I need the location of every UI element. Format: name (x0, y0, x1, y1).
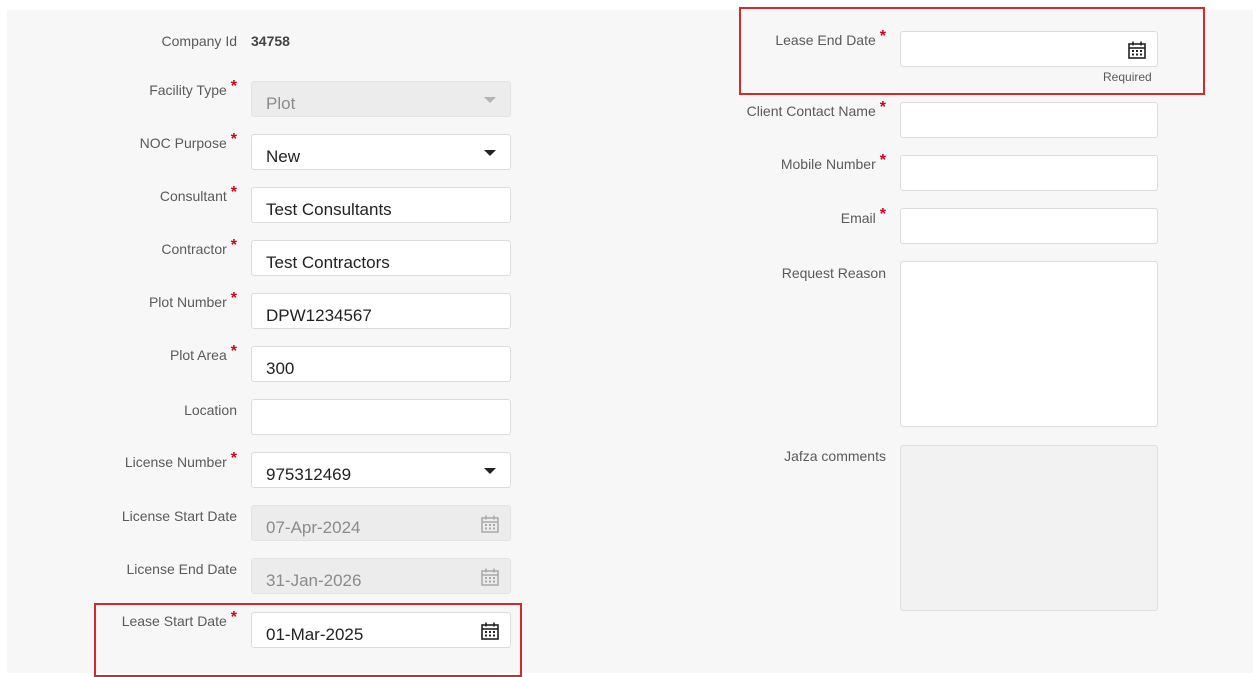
plot-area-label-text: Plot Area (169, 347, 227, 363)
lease-start-date-input[interactable]: 01-Mar-2025 (251, 612, 511, 648)
consultant-label: Consultant * (60, 184, 237, 206)
mobile-number-label-text: Mobile Number (780, 156, 876, 172)
lease-end-date-input[interactable] (900, 31, 1158, 67)
lease-end-date-label-text: Lease End Date (775, 32, 876, 48)
mobile-number-input[interactable] (900, 155, 1158, 191)
required-marker: * (879, 206, 886, 223)
plot-area-label: Plot Area * (60, 343, 237, 365)
noc-purpose-label-text: NOC Purpose (139, 135, 227, 151)
license-end-date-label: License End Date (126, 561, 237, 577)
noc-purpose-select[interactable]: New (251, 134, 511, 170)
required-marker: * (230, 290, 237, 307)
mobile-number-label: Mobile Number * (700, 152, 886, 174)
chevron-down-icon[interactable] (484, 150, 496, 156)
required-marker: * (230, 343, 237, 360)
license-number-label-text: License Number (124, 454, 227, 470)
license-start-date-value: 07-Apr-2024 (266, 518, 361, 537)
plot-number-input[interactable]: DPW1234567 (251, 293, 511, 329)
facility-type-select: Plot (251, 81, 511, 117)
license-number-select[interactable]: 975312469 (251, 452, 511, 488)
license-end-date-input: 31-Jan-2026 (251, 558, 511, 594)
required-marker: * (230, 450, 237, 467)
consultant-input[interactable]: Test Consultants (251, 187, 511, 223)
required-marker: * (879, 152, 886, 169)
noc-purpose-value: New (266, 147, 301, 166)
lease-start-date-value: 01-Mar-2025 (266, 625, 364, 644)
required-marker: * (230, 609, 237, 626)
plot-number-label: Plot Number * (60, 290, 237, 312)
email-input[interactable] (900, 208, 1158, 244)
chevron-down-icon (484, 97, 496, 103)
facility-type-label: Facility Type * (60, 78, 237, 100)
plot-number-label-text: Plot Number (148, 294, 227, 310)
contractor-label-text: Contractor (161, 241, 227, 257)
lease-end-date-required-hint: Required (1103, 70, 1152, 84)
jafza-comments-label: Jafza comments (784, 448, 886, 464)
facility-type-label-text: Facility Type (149, 82, 227, 98)
email-label: Email * (700, 206, 886, 228)
required-marker: * (230, 237, 237, 254)
facility-type-value: Plot (266, 94, 296, 113)
contractor-label: Contractor * (60, 237, 237, 259)
client-contact-name-label-text: Client Contact Name (746, 103, 876, 119)
company-id-value: 34758 (251, 33, 290, 49)
license-number-value: 975312469 (266, 465, 352, 484)
calendar-icon[interactable] (1127, 40, 1147, 60)
required-marker: * (230, 184, 237, 201)
required-marker: * (879, 28, 886, 45)
noc-purpose-label: NOC Purpose * (60, 131, 237, 153)
company-id-label: Company Id (161, 33, 237, 49)
email-label-text: Email (840, 210, 876, 226)
lease-start-date-label-text: Lease Start Date (121, 613, 227, 629)
required-marker: * (230, 131, 237, 148)
consultant-label-text: Consultant (159, 188, 227, 204)
client-contact-name-label: Client Contact Name * (700, 99, 886, 121)
jafza-comments-textarea (900, 445, 1158, 611)
location-input[interactable] (251, 399, 511, 435)
location-label: Location (184, 402, 237, 418)
request-reason-textarea[interactable] (900, 261, 1158, 427)
plot-area-input[interactable]: 300 (251, 346, 511, 382)
request-reason-label: Request Reason (781, 265, 886, 281)
license-number-label: License Number * (60, 450, 237, 472)
license-start-date-label: License Start Date (121, 508, 237, 524)
license-end-date-value: 31-Jan-2026 (266, 571, 362, 590)
calendar-icon (481, 568, 499, 586)
chevron-down-icon[interactable] (484, 468, 496, 474)
lease-end-date-label: Lease End Date * (700, 28, 886, 50)
required-marker: * (879, 99, 886, 116)
license-start-date-input: 07-Apr-2024 (251, 505, 511, 541)
lease-start-date-label: Lease Start Date * (60, 609, 237, 631)
required-marker: * (230, 78, 237, 95)
contractor-input[interactable]: Test Contractors (251, 240, 511, 276)
client-contact-name-input[interactable] (900, 102, 1158, 138)
calendar-icon[interactable] (480, 621, 500, 641)
calendar-icon (481, 515, 499, 533)
